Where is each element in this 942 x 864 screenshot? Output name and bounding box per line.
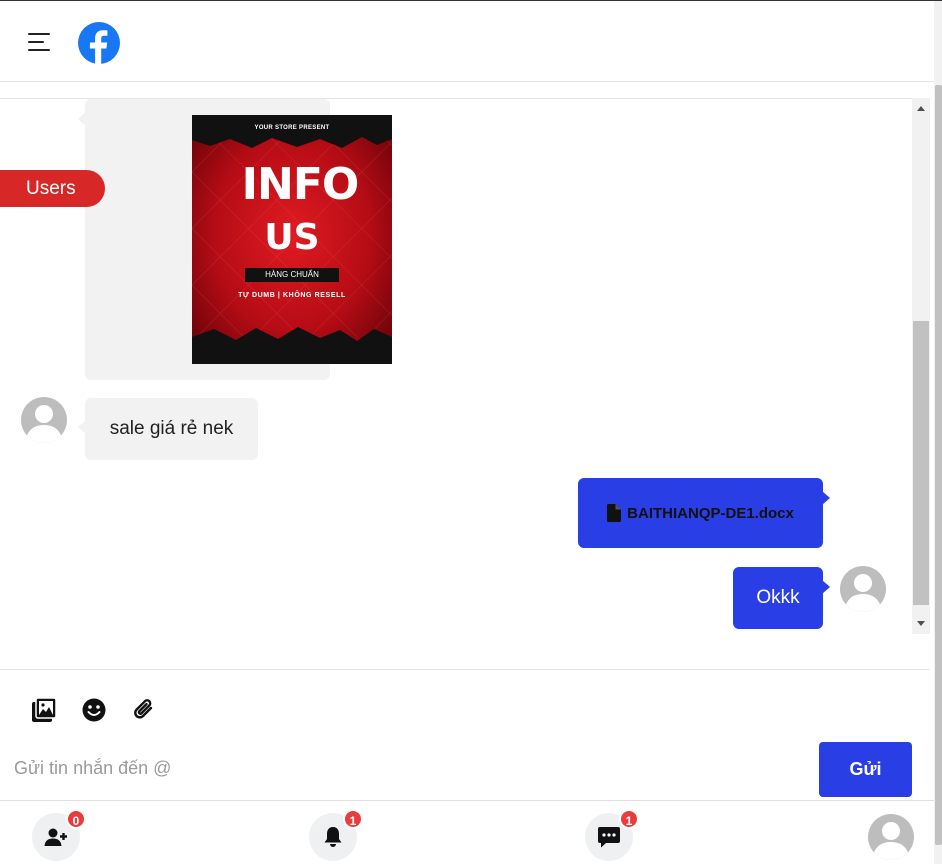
top-header bbox=[0, 1, 934, 82]
bell-icon bbox=[324, 827, 342, 847]
message-text: Okkk bbox=[756, 587, 800, 608]
messages-button[interactable]: 1 bbox=[585, 809, 639, 861]
message-scrollbar-track[interactable] bbox=[912, 98, 930, 634]
image-gallery-icon[interactable] bbox=[31, 697, 57, 723]
poster-top-text: YOUR STORE PRESENT bbox=[254, 125, 330, 131]
file-name[interactable]: BAITHIANQP-DE1.docx bbox=[627, 505, 794, 522]
add-friend-icon bbox=[44, 828, 67, 846]
default-user-avatar-icon[interactable] bbox=[21, 397, 67, 443]
default-user-avatar-icon[interactable] bbox=[840, 566, 886, 612]
paperclip-icon[interactable] bbox=[131, 697, 157, 723]
message-list: YOUR STORE PRESENT INFO US HÀNG CHUẨN TỰ… bbox=[0, 98, 930, 636]
friend-requests-badge: 0 bbox=[66, 809, 86, 829]
poster-subhead: US bbox=[264, 217, 320, 258]
message-scrollbar-thumb[interactable] bbox=[913, 321, 929, 605]
file-icon bbox=[607, 504, 622, 522]
poster-tag: HÀNG CHUẨN bbox=[245, 268, 339, 282]
notifications-badge: 1 bbox=[343, 809, 363, 829]
bubble-tail bbox=[78, 113, 85, 125]
page-scrollbar-thumb[interactable] bbox=[935, 85, 942, 845]
composer-divider bbox=[0, 669, 930, 670]
poster-headline: INFO bbox=[241, 159, 360, 210]
scroll-up-arrow-icon[interactable] bbox=[912, 100, 930, 118]
chat-icon bbox=[598, 827, 620, 848]
messages-badge: 1 bbox=[619, 809, 639, 829]
bubble-tail bbox=[822, 491, 830, 505]
received-message-bubble[interactable]: sale giá rẻ nek bbox=[85, 398, 258, 460]
facebook-logo-icon[interactable] bbox=[78, 22, 120, 64]
scroll-down-arrow-icon[interactable] bbox=[912, 614, 930, 632]
image-message-bubble[interactable]: YOUR STORE PRESENT INFO US HÀNG CHUẨN TỰ… bbox=[85, 99, 392, 380]
hamburger-icon[interactable] bbox=[28, 31, 52, 53]
poster-tagline: TỰ DUMB | KHÔNG RESELL bbox=[238, 292, 346, 299]
profile-avatar-button[interactable] bbox=[868, 814, 914, 860]
bubble-tail bbox=[822, 580, 830, 594]
default-user-avatar-icon bbox=[868, 814, 914, 860]
emoji-icon[interactable] bbox=[81, 697, 107, 723]
message-text: sale giá rẻ nek bbox=[109, 418, 234, 439]
sent-file-bubble[interactable]: BAITHIANQP-DE1.docx bbox=[578, 478, 823, 548]
bubble-tail bbox=[78, 421, 85, 433]
users-tab[interactable]: Users bbox=[0, 170, 105, 207]
poster-image[interactable]: YOUR STORE PRESENT INFO US HÀNG CHUẨN TỰ… bbox=[192, 115, 392, 364]
notifications-button[interactable]: 1 bbox=[309, 809, 363, 861]
message-input[interactable] bbox=[14, 752, 794, 784]
bottom-navigation: 0 1 1 bbox=[0, 800, 934, 864]
send-button[interactable]: Gửi bbox=[819, 742, 912, 797]
friend-requests-button[interactable]: 0 bbox=[32, 809, 86, 861]
sent-message-bubble[interactable]: Okkk bbox=[733, 567, 823, 629]
